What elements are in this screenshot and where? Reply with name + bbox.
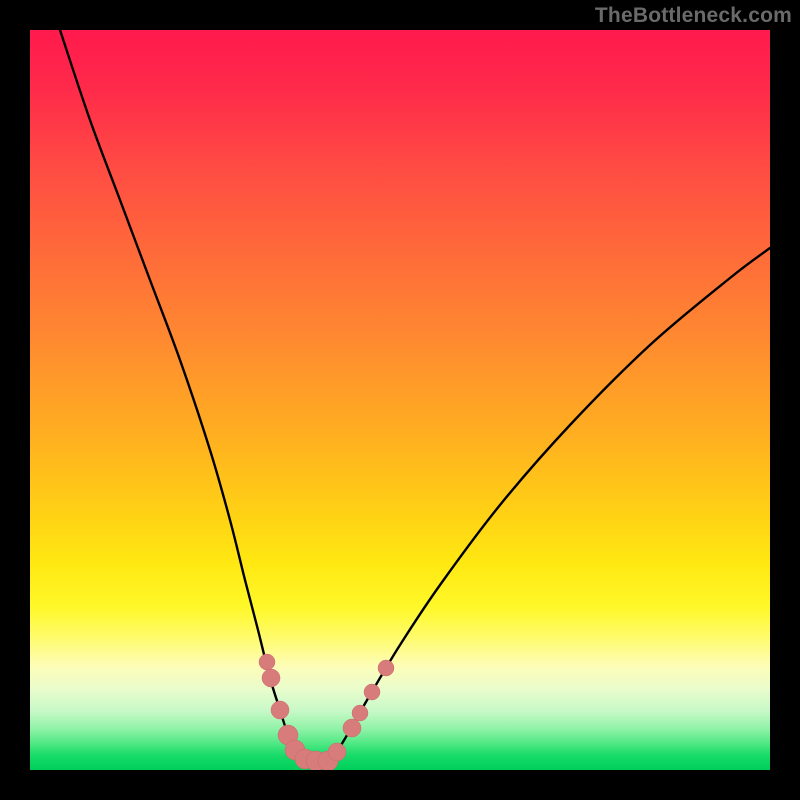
data-marker (378, 660, 394, 676)
series-right-branch (330, 248, 770, 760)
data-marker (262, 669, 280, 687)
curve-layer (60, 30, 770, 761)
marker-layer (259, 654, 394, 770)
data-marker (343, 719, 361, 737)
watermark-text: TheBottleneck.com (595, 4, 792, 28)
data-marker (259, 654, 275, 670)
curves-svg (30, 30, 770, 770)
data-marker (364, 684, 380, 700)
data-marker (352, 705, 368, 721)
data-marker (271, 701, 289, 719)
series-left-branch (60, 30, 308, 760)
data-marker (328, 743, 346, 761)
chart-frame: TheBottleneck.com (0, 0, 800, 800)
plot-area (30, 30, 770, 770)
